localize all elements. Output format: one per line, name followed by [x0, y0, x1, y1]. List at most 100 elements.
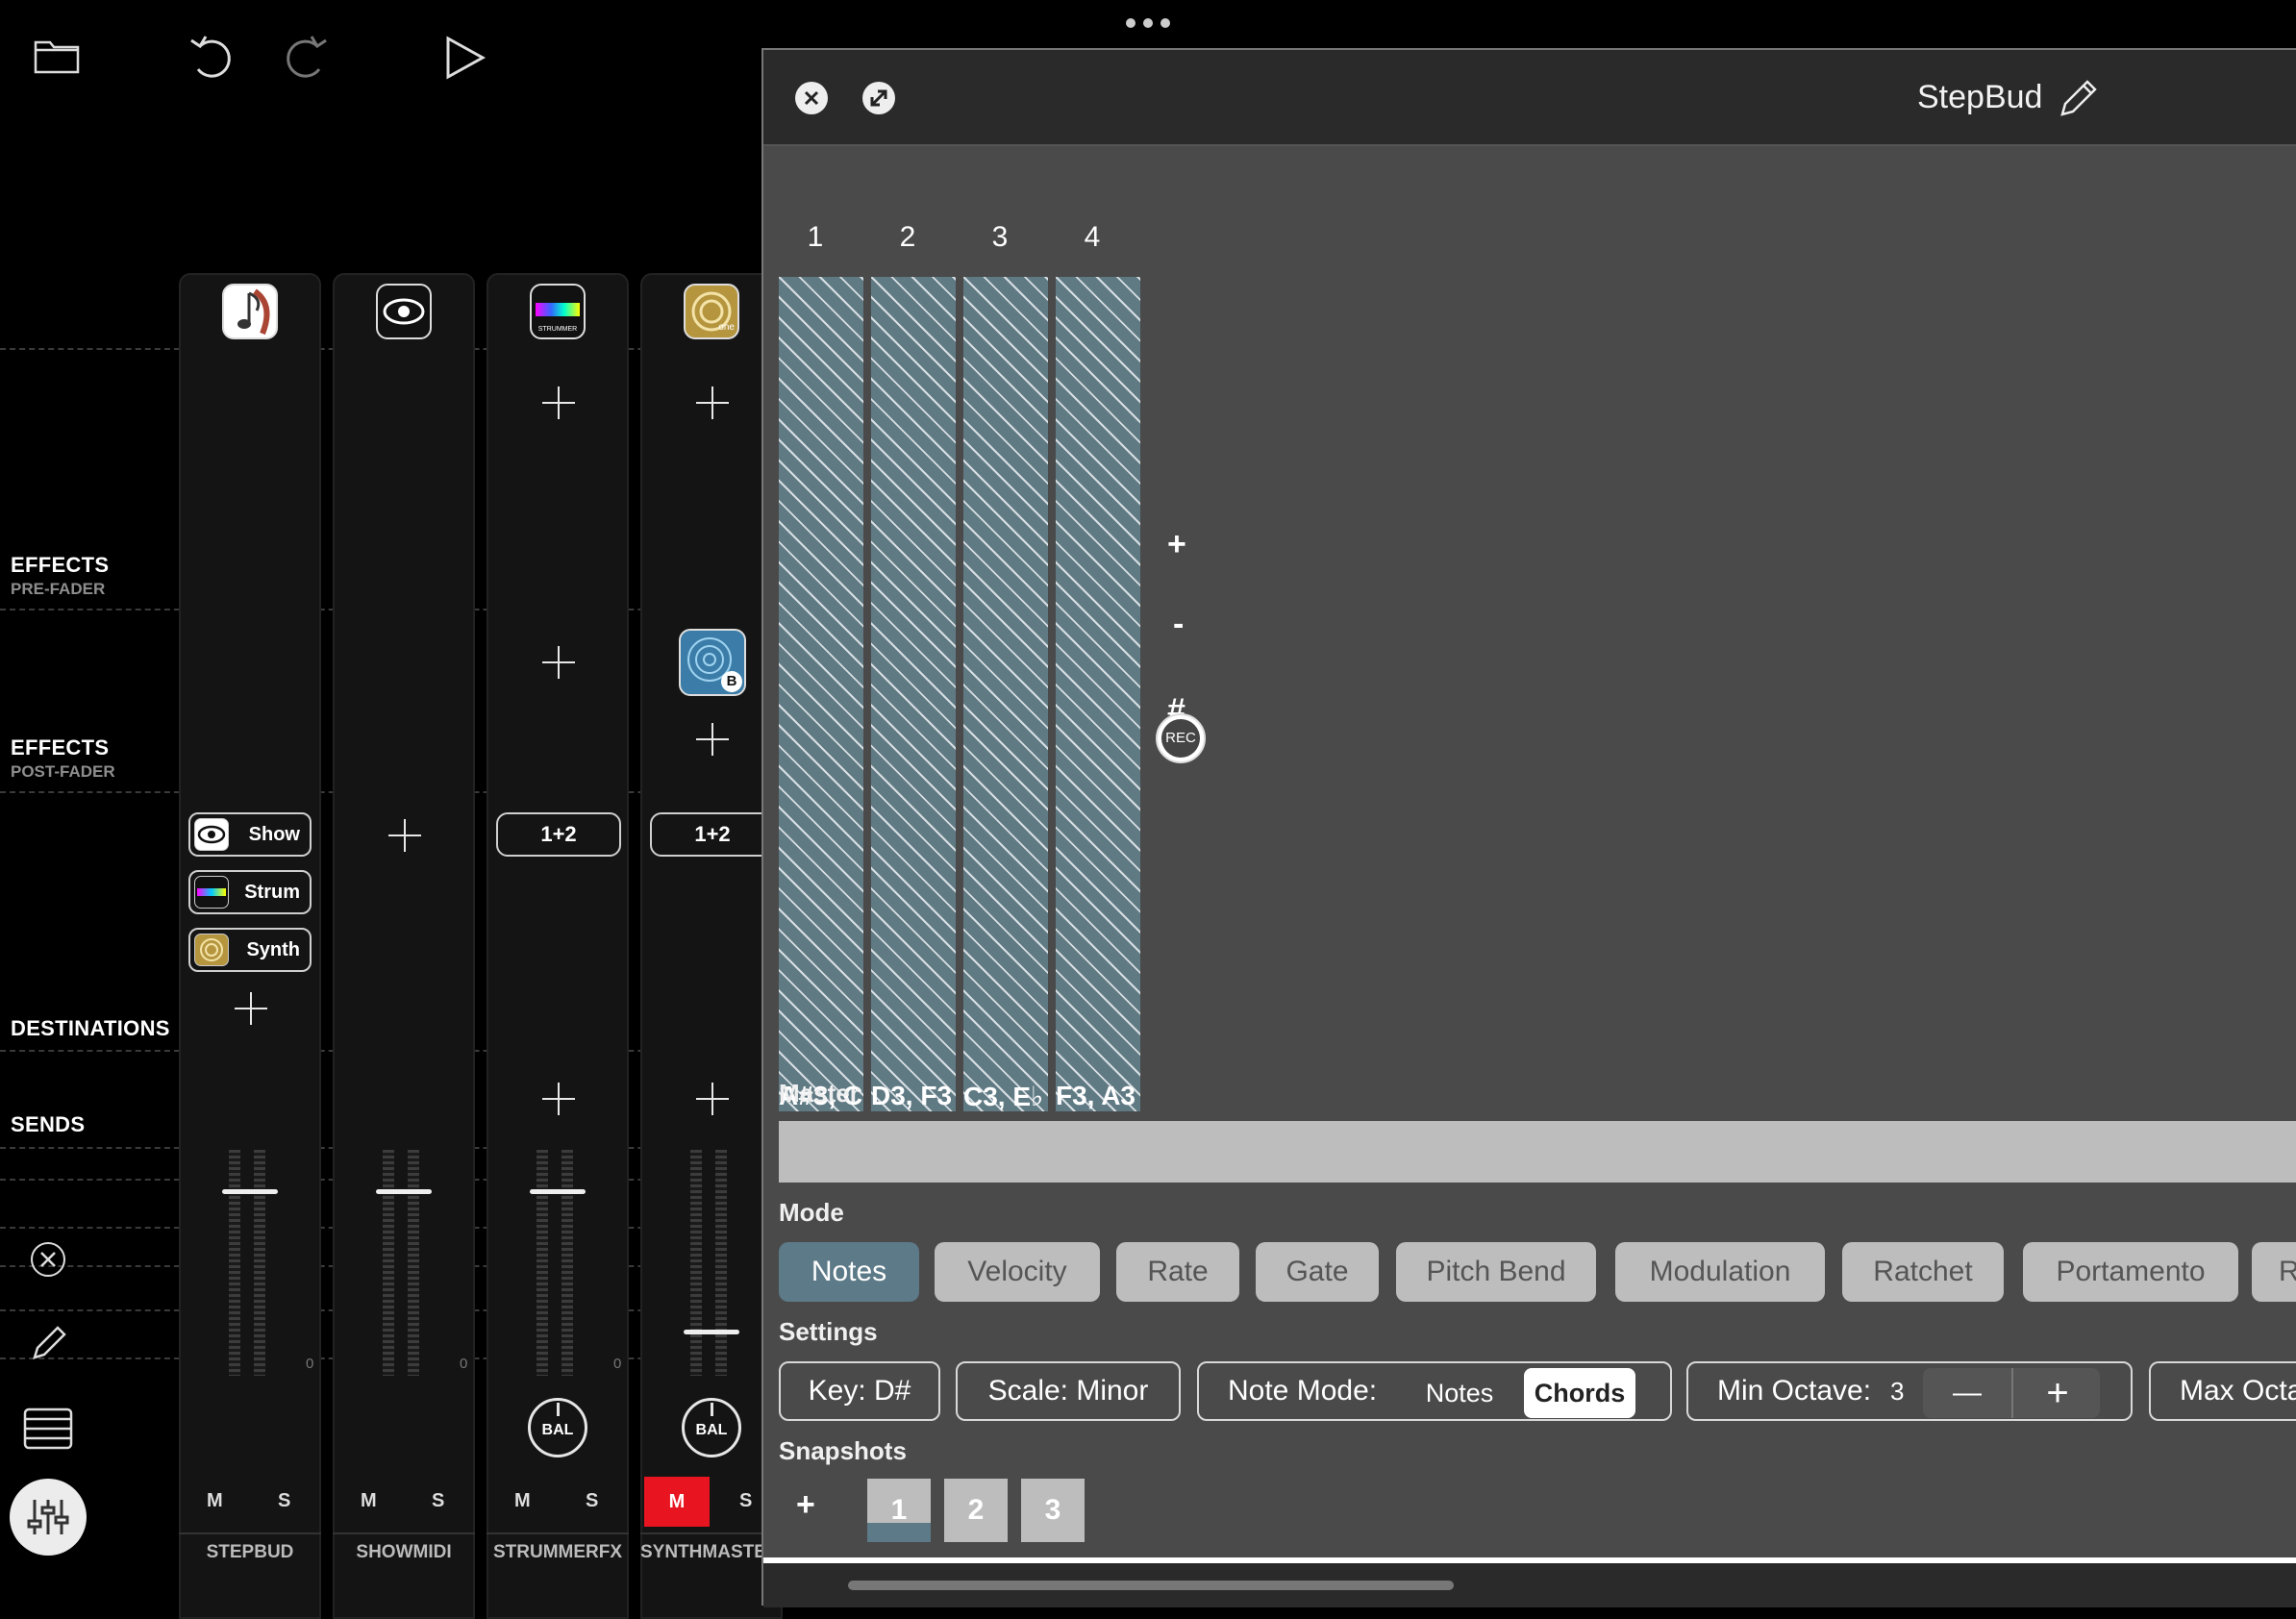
record-label: REC: [1161, 719, 1200, 758]
mode-label: Mode: [779, 1198, 844, 1227]
mode-rate-button[interactable]: Rate: [1116, 1242, 1239, 1302]
fader-handle[interactable]: [530, 1189, 586, 1194]
add-pre-fader-effect-button[interactable]: [696, 386, 729, 419]
step-notes-label: C3, E♭: [963, 1082, 1044, 1111]
horizontal-scrollbar[interactable]: [848, 1581, 1454, 1590]
step-number: 1: [807, 221, 824, 253]
add-send-button[interactable]: [542, 1083, 575, 1115]
mute-button[interactable]: M: [361, 1490, 377, 1512]
mode-gate-button[interactable]: Gate: [1256, 1242, 1379, 1302]
fader-zero-label: 0: [613, 1356, 622, 1372]
destination-strum-label: Strum: [244, 882, 300, 903]
resize-window-icon[interactable]: [861, 81, 896, 115]
close-circle-icon[interactable]: [29, 1240, 67, 1279]
add-step-button[interactable]: +: [1167, 526, 1186, 563]
add-snapshot-button[interactable]: +: [796, 1486, 815, 1524]
min-octave-label: Min Octave:: [1717, 1375, 1872, 1407]
mode-ratchet-button[interactable]: Ratchet: [1842, 1242, 2004, 1302]
scale-selector[interactable]: Scale: Minor: [956, 1361, 1181, 1421]
bubble-badge: B: [721, 671, 742, 692]
step-column-3[interactable]: [963, 277, 1048, 1111]
effects-post-sublabel: POST-FADER: [11, 762, 115, 781]
redo-icon[interactable]: [283, 31, 331, 85]
key-selector[interactable]: Key: D#: [779, 1361, 940, 1421]
master-label: Master: [779, 1079, 860, 1108]
synthmaster-plugin-icon[interactable]: one: [684, 284, 739, 339]
effects-pre-label: EFFECTS: [11, 553, 110, 577]
add-send-button[interactable]: [696, 1083, 729, 1115]
step-notes-label: F3, A3: [1056, 1081, 1136, 1110]
step-column-4[interactable]: [1056, 277, 1140, 1111]
strummer-plugin-icon[interactable]: STRUMMER: [530, 284, 586, 339]
destination-synth-button[interactable]: Synth: [188, 928, 312, 972]
add-pre-fader-effect-button[interactable]: [542, 386, 575, 419]
balance-knob[interactable]: BAL: [682, 1398, 741, 1457]
min-octave-control: Min Octave: 3 — +: [1686, 1361, 2133, 1421]
add-post-fader-effect-button[interactable]: [696, 723, 729, 756]
mode-velocity-button[interactable]: Velocity: [935, 1242, 1100, 1302]
meter-right: [562, 1150, 573, 1376]
add-destination-button[interactable]: [388, 819, 421, 852]
bubble-effect-icon[interactable]: B: [679, 629, 746, 696]
route-button[interactable]: 1+2: [650, 812, 775, 857]
destination-show-button[interactable]: Show: [188, 812, 312, 857]
solo-button[interactable]: S: [278, 1490, 290, 1512]
step-column-2[interactable]: [871, 277, 956, 1111]
destination-synth-label: Synth: [246, 939, 300, 960]
mode-portamento-button[interactable]: Portamento: [2023, 1242, 2238, 1302]
solo-button[interactable]: S: [739, 1490, 752, 1512]
close-window-icon[interactable]: [794, 81, 829, 115]
destination-strum-button[interactable]: Strum: [188, 870, 312, 914]
solo-button[interactable]: S: [586, 1490, 598, 1512]
more-dots-icon[interactable]: [1125, 17, 1171, 29]
list-icon[interactable]: [23, 1407, 73, 1450]
mode-next-button[interactable]: R: [2252, 1242, 2296, 1302]
min-octave-value: 3: [1890, 1377, 1905, 1406]
mixer-icon[interactable]: [10, 1479, 87, 1556]
add-post-fader-effect-button[interactable]: [542, 646, 575, 679]
mute-button[interactable]: M: [514, 1490, 531, 1512]
play-icon[interactable]: [444, 35, 487, 81]
balance-knob[interactable]: BAL: [528, 1398, 587, 1457]
settings-label: Settings: [779, 1317, 878, 1346]
fader-zero-label: 0: [460, 1356, 468, 1372]
note-mode-control: Note Mode: Notes Chords: [1197, 1361, 1672, 1421]
step-notes-label: D3, F3: [871, 1081, 953, 1110]
remove-step-button[interactable]: -: [1173, 606, 1184, 643]
fader-handle[interactable]: [376, 1189, 432, 1194]
meter-left: [690, 1150, 702, 1376]
add-destination-button[interactable]: [235, 992, 267, 1025]
mode-pitch-bend-button[interactable]: Pitch Bend: [1396, 1242, 1596, 1302]
note-mode-chords-option[interactable]: Chords: [1524, 1368, 1635, 1418]
mode-modulation-button[interactable]: Modulation: [1615, 1242, 1825, 1302]
showmidi-plugin-icon[interactable]: [376, 284, 432, 339]
edit-title-pencil-icon[interactable]: [2058, 77, 2100, 119]
mode-notes-button[interactable]: Notes: [779, 1242, 919, 1302]
stepbud-plugin-icon[interactable]: [222, 284, 278, 339]
route-button[interactable]: 1+2: [496, 812, 621, 857]
solo-button[interactable]: S: [432, 1490, 444, 1512]
snapshot-3[interactable]: 3: [1021, 1479, 1085, 1542]
meter-left: [383, 1150, 394, 1376]
destinations-label: DESTINATIONS: [11, 1016, 170, 1040]
mute-button-active[interactable]: M: [644, 1477, 710, 1527]
master-slider[interactable]: [779, 1121, 2296, 1183]
max-octave-control[interactable]: Max Octa: [2149, 1361, 2296, 1421]
note-mode-notes-option[interactable]: Notes: [1401, 1368, 1518, 1418]
fader-handle[interactable]: [684, 1330, 739, 1334]
folder-icon[interactable]: [33, 37, 81, 75]
mute-button[interactable]: M: [207, 1490, 223, 1512]
record-button[interactable]: REC: [1156, 713, 1206, 763]
min-octave-decrement[interactable]: —: [1923, 1368, 2011, 1418]
strummer-badge-text: STRUMMER: [537, 326, 578, 333]
snapshot-2[interactable]: 2: [944, 1479, 1008, 1542]
min-octave-increment[interactable]: +: [2011, 1368, 2102, 1418]
plugin-window-header: StepBud: [763, 50, 2296, 146]
snapshot-1[interactable]: 1: [867, 1479, 931, 1542]
undo-icon[interactable]: [187, 31, 235, 85]
step-column-1[interactable]: [779, 277, 863, 1111]
fader-zero-label: 0: [306, 1356, 314, 1372]
pencil-icon[interactable]: [29, 1323, 69, 1363]
fader-handle[interactable]: [222, 1189, 278, 1194]
step-number: 4: [1084, 221, 1101, 253]
